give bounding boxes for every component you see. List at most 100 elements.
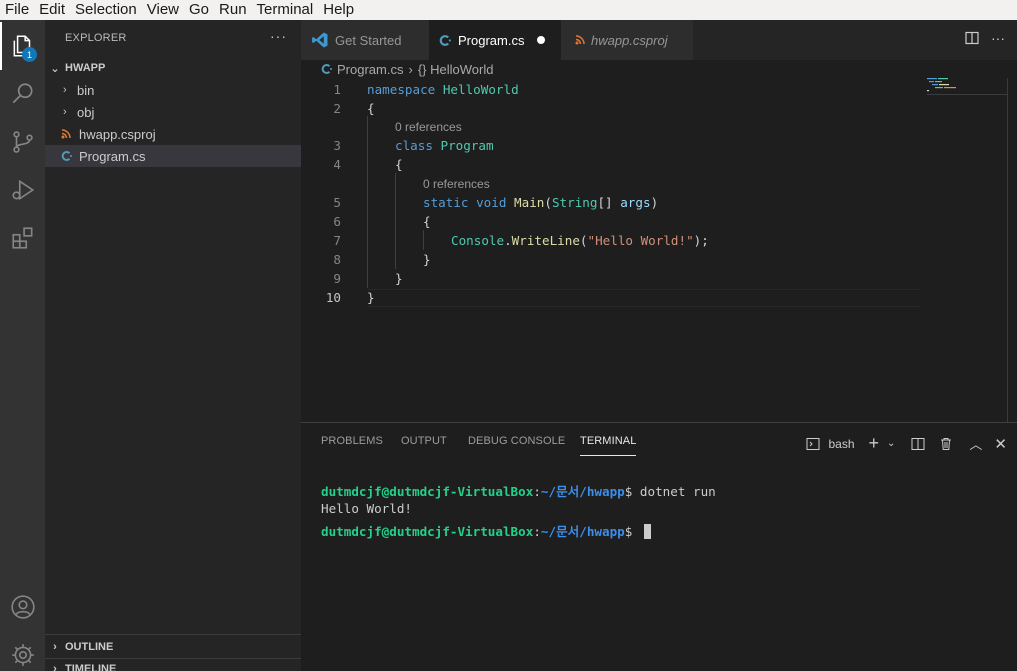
- line-number: 4: [333, 157, 341, 172]
- timeline-section-header[interactable]: › TIMELINE: [45, 658, 301, 671]
- tree-item-hwapp-csproj[interactable]: hwapp.csproj: [45, 123, 301, 145]
- brace: {: [367, 101, 375, 116]
- line-number: 6: [333, 214, 341, 229]
- brace: }: [423, 252, 431, 267]
- menu-bar: File Edit Selection View Go Run Terminal…: [0, 0, 1017, 20]
- code-line: 10 }: [301, 288, 921, 307]
- menu-terminal[interactable]: Terminal: [252, 0, 318, 20]
- outline-section-header[interactable]: › OUTLINE: [45, 636, 301, 658]
- explorer-icon[interactable]: 1: [0, 22, 45, 70]
- tree-item-program-cs[interactable]: Program.cs: [45, 145, 301, 167]
- line-number: 7: [333, 233, 341, 248]
- tab-problems[interactable]: PROBLEMS: [321, 435, 383, 447]
- line-number: 9: [333, 271, 341, 286]
- close-panel-icon[interactable]: ✕: [994, 435, 1007, 453]
- accounts-icon[interactable]: [0, 583, 45, 631]
- section-divider: [45, 634, 301, 635]
- line-number: 5: [333, 195, 341, 210]
- namespace-name: HelloWorld: [442, 82, 519, 97]
- keyword: class: [395, 138, 433, 153]
- bottom-panel: PROBLEMS OUTPUT DEBUG CONSOLE TERMINAL b…: [301, 422, 1017, 671]
- class-name: Console: [451, 233, 505, 248]
- menu-run[interactable]: Run: [214, 0, 251, 20]
- tree-item-obj[interactable]: › obj: [45, 101, 301, 123]
- tab-debug-console[interactable]: DEBUG CONSOLE: [468, 435, 565, 447]
- csharp-file-icon: [61, 150, 77, 162]
- paren: (: [544, 195, 552, 210]
- menu-edit[interactable]: Edit: [34, 0, 69, 20]
- search-icon[interactable]: [0, 70, 45, 118]
- tree-item-label: bin: [77, 82, 95, 98]
- tree-item-label: hwapp.csproj: [79, 126, 156, 142]
- menu-file[interactable]: File: [0, 0, 33, 20]
- new-terminal-icon[interactable]: +: [869, 433, 880, 454]
- terminal-line[interactable]: dutmdcjf@dutmdcjf-VirtualBox:~/문서/hwapp$: [321, 521, 651, 540]
- menu-go[interactable]: Go: [184, 0, 213, 20]
- tab-output[interactable]: OUTPUT: [401, 435, 447, 447]
- more-actions-icon[interactable]: ···: [270, 28, 287, 44]
- terminal-user: dutmdcjf@dutmdcjf-VirtualBox: [321, 524, 534, 539]
- code-line: 4 {: [301, 155, 921, 174]
- folder-name: HWAPP: [65, 62, 106, 74]
- tab-label: Program.cs: [458, 32, 525, 48]
- tab-program-cs[interactable]: Program.cs: [429, 20, 561, 60]
- keyword: static: [423, 195, 469, 210]
- line-number: 10: [325, 290, 341, 305]
- code-line: 2 {: [301, 99, 921, 118]
- string-literal: "Hello World!": [587, 233, 694, 248]
- source-control-icon[interactable]: [0, 118, 45, 166]
- tab-hwapp-csproj[interactable]: hwapp.csproj: [561, 20, 693, 60]
- unsaved-dot-icon[interactable]: [537, 36, 545, 44]
- more-actions-icon[interactable]: ···: [991, 30, 1005, 46]
- maximize-panel-icon[interactable]: ︿: [969, 434, 982, 453]
- brackets: []: [597, 195, 621, 210]
- trash-icon[interactable]: [939, 437, 953, 451]
- breadcrumb-symbol[interactable]: {} HelloWorld: [418, 62, 494, 77]
- terminal-colon: :: [533, 484, 541, 499]
- chevron-down-icon[interactable]: ⌄: [887, 438, 895, 449]
- keyword: namespace: [367, 82, 436, 97]
- terminal-command: dotnet run: [639, 484, 716, 499]
- csharp-file-icon: [439, 34, 451, 46]
- brace: }: [367, 290, 375, 305]
- paren: );: [693, 233, 709, 248]
- folder-header-hwapp[interactable]: ⌄ HWAPP: [45, 57, 301, 79]
- settings-gear-icon[interactable]: [0, 631, 45, 671]
- chevron-down-icon: ⌄: [50, 62, 60, 75]
- codelens-references[interactable]: 0 references: [395, 117, 462, 136]
- menu-view[interactable]: View: [142, 0, 183, 20]
- code-editor[interactable]: 1 namespace HelloWorld 2 { 0 references …: [301, 78, 1017, 422]
- split-editor-icon[interactable]: [965, 31, 979, 45]
- rss-file-icon: [61, 129, 77, 139]
- split-terminal-icon[interactable]: [911, 437, 925, 451]
- sidebar-title: EXPLORER: [65, 32, 127, 44]
- paren: ): [650, 195, 659, 210]
- overview-ruler[interactable]: [1007, 78, 1008, 422]
- tree-item-bin[interactable]: › bin: [45, 79, 301, 101]
- editor-tab-bar: Get Started Program.cs hwapp.csproj ···: [301, 20, 1017, 60]
- terminal-output: Hello World!: [321, 501, 412, 516]
- menu-help[interactable]: Help: [318, 0, 358, 20]
- breadcrumb-file[interactable]: Program.cs: [337, 62, 403, 77]
- explorer-sidebar: EXPLORER ··· ⌄ HWAPP › bin › obj hwapp.c…: [45, 20, 301, 671]
- extensions-icon[interactable]: [0, 214, 45, 262]
- tree-item-label: Program.cs: [79, 148, 146, 164]
- class-name: Program: [440, 138, 494, 153]
- terminal-prompt: $: [624, 524, 640, 539]
- codelens-references[interactable]: 0 references: [423, 174, 490, 193]
- explorer-badge: 1: [22, 47, 37, 62]
- run-debug-icon[interactable]: [0, 166, 45, 214]
- tab-terminal[interactable]: TERMINAL: [580, 435, 637, 456]
- chevron-right-icon: ›: [53, 663, 57, 671]
- parameter: args: [620, 195, 651, 210]
- code-line: 9 }: [301, 269, 921, 288]
- rss-file-icon: [575, 35, 585, 45]
- menu-selection[interactable]: Selection: [70, 0, 141, 20]
- shell-select[interactable]: bash: [828, 437, 854, 451]
- brace: }: [395, 271, 403, 286]
- tab-label: Get Started: [335, 32, 402, 48]
- method-name: WriteLine: [511, 233, 580, 248]
- minimap[interactable]: [923, 78, 1009, 422]
- tab-get-started[interactable]: Get Started: [301, 20, 429, 60]
- line-number: 1: [333, 82, 341, 97]
